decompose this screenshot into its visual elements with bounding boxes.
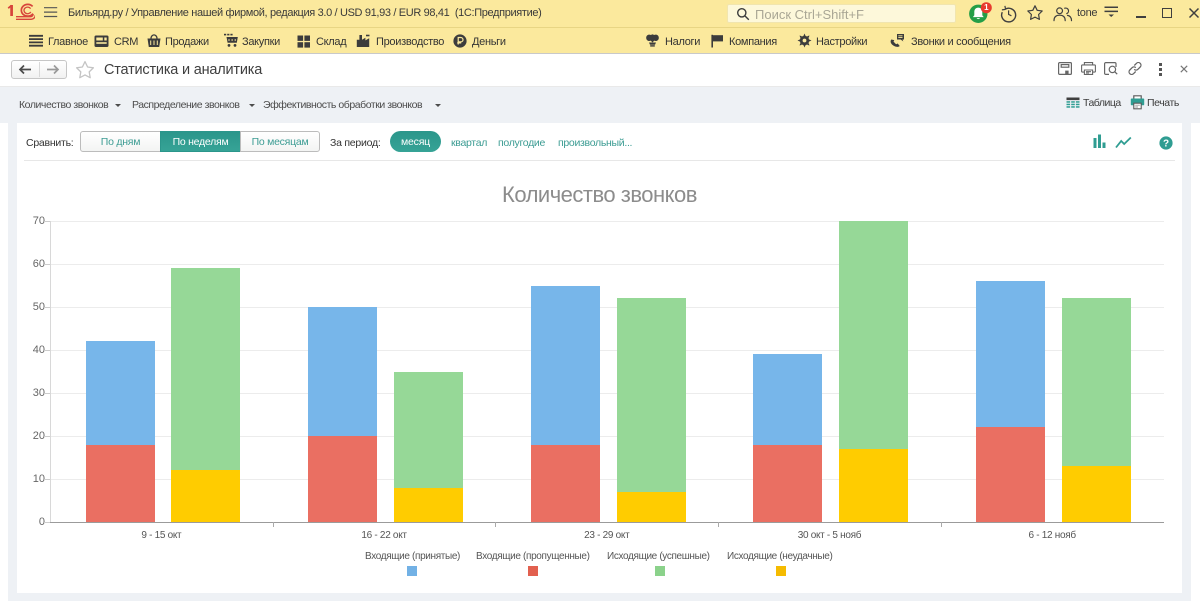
svg-text:?: ?: [1163, 138, 1169, 149]
svg-text:1: 1: [984, 3, 989, 12]
